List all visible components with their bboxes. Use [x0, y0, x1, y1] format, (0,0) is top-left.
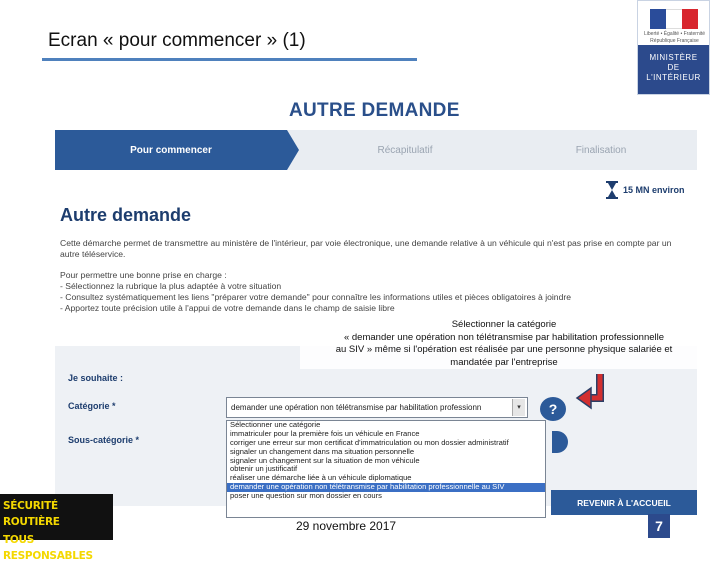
page-number: 7: [648, 514, 670, 538]
instructions-list: Pour permettre une bonne prise en charge…: [60, 270, 685, 314]
road-safety-line: SÉCURITÉ ROUTIÈRE: [3, 500, 60, 528]
ministry-band: MINISTÈRE DE L'INTÉRIEUR: [638, 45, 709, 94]
french-flag-icon: [650, 9, 698, 29]
subcategory-label: Sous-catégorie *: [68, 435, 140, 445]
annotation-line: « demander une opération non télétransmi…: [343, 331, 665, 343]
slide-date: 29 novembre 2017: [296, 519, 397, 533]
road-safety-logo: SÉCURITÉ ROUTIÈRE TOUS RESPONSABLES: [0, 494, 113, 562]
step-pour-commencer[interactable]: Pour commencer: [55, 130, 287, 170]
instruction-line: - Consultez systématiquement les liens "…: [60, 292, 572, 302]
chevron-down-icon[interactable]: ▾: [512, 399, 525, 416]
dropdown-option[interactable]: Sélectionner une catégorie: [227, 421, 545, 430]
annotation-line: au SIV » même si l'opération est réalisé…: [335, 344, 673, 355]
ministry-logo: Liberté • Égalité • Fraternité Républiqu…: [637, 0, 710, 95]
annotation-line: Sélectionner la catégorie: [451, 319, 557, 330]
step-bar: Pour commencer Récapitulatif Finalisatio…: [55, 130, 697, 170]
help-button[interactable]: ?: [540, 397, 566, 421]
dropdown-option[interactable]: signaler un changement sur la situation …: [227, 457, 545, 466]
dropdown-option[interactable]: poser une question sur mon dossier en co…: [227, 492, 545, 501]
return-home-button[interactable]: REVENIR À L'ACCUEIL: [551, 490, 697, 515]
step-arrow: [287, 130, 299, 170]
content-title: Autre demande: [60, 205, 192, 225]
instruction-line: - Sélectionnez la rubrique la plus adapt…: [60, 281, 282, 291]
title-underline: [42, 58, 417, 61]
duration-label: 15 MN environ: [623, 185, 685, 195]
instruction-line: - Apportez toute précision utile à l'app…: [60, 303, 395, 313]
category-label: Catégorie *: [68, 401, 116, 411]
republic-motto: Liberté • Égalité • Fraternité Républiqu…: [643, 31, 706, 44]
road-safety-line: TOUS RESPONSABLES: [3, 534, 93, 562]
dropdown-option[interactable]: corriger une erreur sur mon certificat d…: [227, 439, 545, 448]
page-heading: AUTRE DEMANDE: [289, 100, 460, 121]
ministry-line: L'INTÉRIEUR: [646, 73, 701, 82]
dropdown-option[interactable]: obtenir un justificatif: [227, 465, 545, 474]
instruction-line: Pour permettre une bonne prise en charge…: [60, 270, 227, 280]
annotation-callout: Sélectionner la catégorie « demander une…: [300, 319, 708, 369]
wish-label: Je souhaite :: [68, 373, 124, 383]
ministry-line: MINISTÈRE: [649, 53, 698, 62]
intro-paragraph: Cette démarche permet de transmettre au …: [60, 238, 672, 259]
hourglass-icon: [606, 181, 618, 199]
step-recapitulatif: Récapitulatif: [377, 144, 433, 156]
red-arrow-icon: [575, 374, 604, 410]
category-select[interactable]: demander une opération non télétransmise…: [226, 397, 528, 418]
dropdown-option[interactable]: signaler un changement dans ma situation…: [227, 448, 545, 457]
ministry-line: DE: [667, 63, 680, 72]
dropdown-option[interactable]: immatriculer pour la première fois un vé…: [227, 430, 545, 439]
category-dropdown-list[interactable]: Sélectionner une catégorie immatriculer p…: [226, 420, 546, 518]
annotation-line: mandatée par l'entreprise: [450, 356, 558, 368]
slide-title: Ecran « pour commencer » (1): [48, 30, 306, 51]
dropdown-option[interactable]: demander une opération non télétransmise…: [227, 483, 545, 493]
dropdown-option[interactable]: réaliser une démarche liée à un véhicule…: [227, 474, 545, 483]
step-finalisation: Finalisation: [575, 144, 627, 156]
